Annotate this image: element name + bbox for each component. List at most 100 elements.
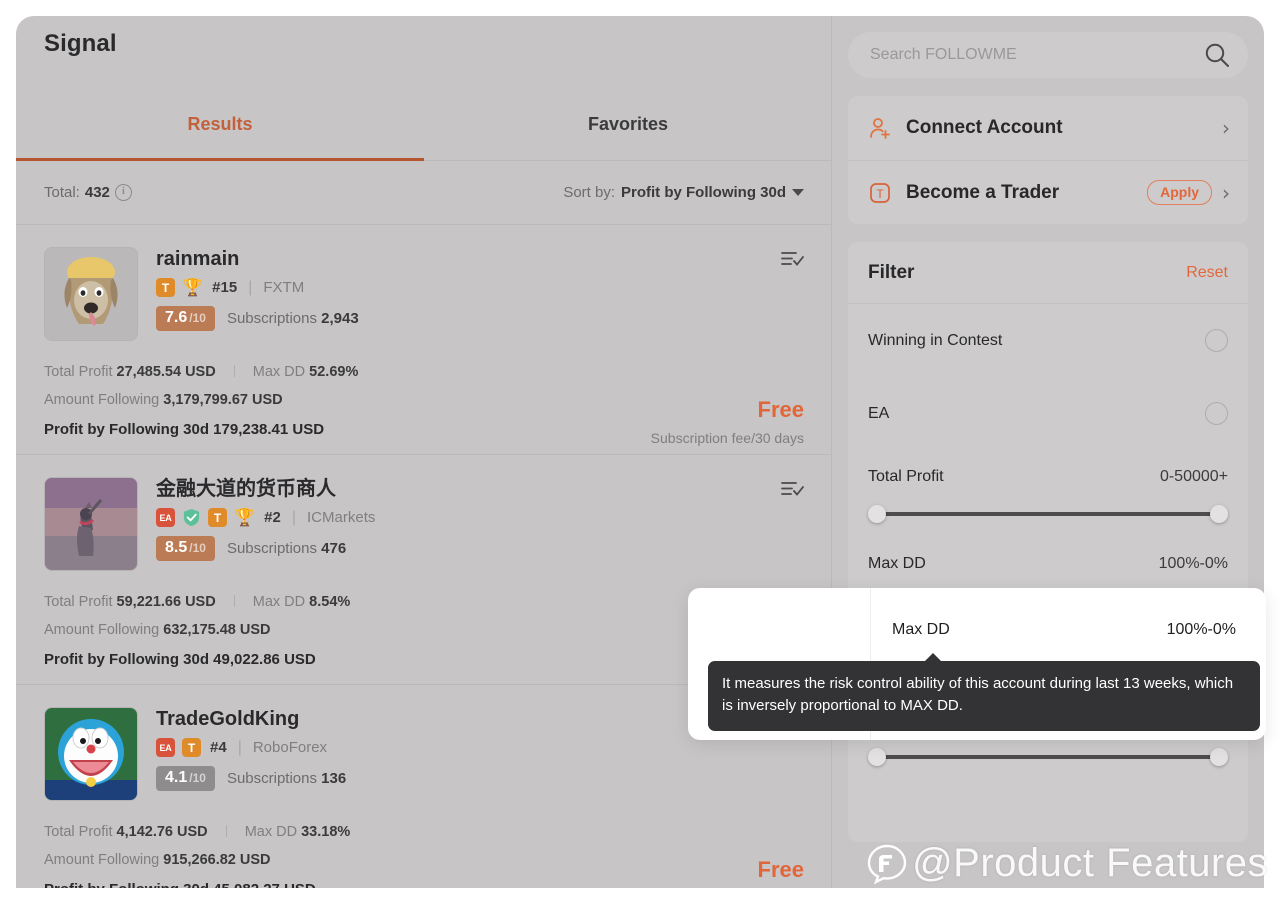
signal-list-item[interactable]: rainmain T 🏆 #15 | FXTM 7.6/10 Subscript… — [16, 225, 832, 455]
subscriptions-value: 2,943 — [321, 310, 359, 327]
tab-bar: Results Favorites — [16, 104, 832, 161]
total-profit-value: 59,221.66 USD — [116, 594, 216, 610]
slider-knob-right[interactable] — [1210, 748, 1228, 766]
tooltip-text: It measures the risk control ability of … — [722, 675, 1234, 714]
filter-row-winning-in-contest[interactable]: Winning in Contest — [868, 304, 1228, 377]
score-value: 7.6 — [165, 309, 188, 326]
sort-by-value: Profit by Following 30d — [621, 183, 786, 201]
slider-knob-left[interactable] — [868, 748, 886, 766]
slider-track — [878, 755, 1218, 759]
chevron-right-icon: › — [1222, 116, 1230, 140]
score-line: 8.5/10 Subscriptions 476 — [156, 536, 804, 561]
slider-equity[interactable] — [868, 748, 1228, 766]
score-denominator: /10 — [189, 771, 206, 785]
chevron-down-icon — [792, 188, 804, 196]
badge-group: T 🏆 #15 | FXTM — [156, 278, 804, 297]
max-dd-label: Max DD — [252, 594, 306, 610]
rank-label: #15 — [212, 279, 238, 296]
fee-amount: Free — [757, 856, 804, 882]
score-value: 8.5 — [165, 539, 188, 556]
toggle-winning-in-contest[interactable] — [1205, 329, 1228, 352]
profit-following-value: 45,082.27 USD — [213, 881, 316, 888]
score-denominator: /10 — [189, 541, 206, 555]
app-card: Signal Results Favorites Total: 432 i So — [16, 16, 1264, 888]
tab-results[interactable]: Results — [16, 104, 424, 161]
checklist-icon[interactable] — [780, 249, 804, 269]
filter-label-ea: EA — [868, 404, 890, 422]
connect-account-row[interactable]: Connect Account › — [848, 96, 1248, 160]
highlighted-max-dd-row[interactable]: Max DD 100%-0% — [892, 621, 1236, 639]
avatar — [44, 477, 138, 571]
stat-divider — [225, 825, 227, 837]
subscriptions-value: 476 — [321, 540, 347, 557]
stat-divider — [233, 595, 235, 607]
max-dd-label: Max DD — [252, 364, 306, 380]
signal-info: 金融大道的货币商人 EA T 🏆 #2 | ICMarkets 8.5 /10 … — [156, 477, 804, 571]
signal-list: rainmain T 🏆 #15 | FXTM 7.6/10 Subscript… — [16, 225, 832, 888]
amount-following-value: 915,266.82 USD — [163, 852, 271, 869]
chevron-right-icon: › — [1222, 180, 1230, 205]
avatar — [44, 707, 138, 801]
total-profit-label: Total Profit — [44, 594, 113, 610]
subscriptions-label: Subscriptions — [226, 770, 317, 787]
filter-label-winning-in-contest: Winning in Contest — [868, 331, 1003, 349]
amount-following-value: 3,179,799.67 USD — [163, 392, 283, 409]
subscriptions: Subscriptions 476 — [227, 540, 346, 557]
trader-t-icon: T — [868, 181, 892, 205]
fee-block: Free Subscription fee/30 days — [651, 856, 804, 888]
tab-results-label: Results — [187, 114, 253, 134]
badge-separator: | — [291, 508, 297, 526]
score-line: 4.1/10 Subscriptions 136 — [156, 766, 804, 791]
trader-name[interactable]: rainmain — [156, 247, 804, 271]
search-input[interactable]: Search FOLLOWME — [870, 46, 1017, 64]
info-icon[interactable]: i — [114, 183, 132, 201]
checklist-icon[interactable] — [780, 479, 804, 499]
tooltip: It measures the risk control ability of … — [708, 653, 1260, 731]
become-trader-row[interactable]: T Become a Trader Apply › — [848, 160, 1248, 224]
sort-by-control[interactable]: Sort by: Profit by Following 30d — [563, 184, 804, 201]
trader-name[interactable]: 金融大道的货币商人 — [156, 477, 804, 501]
trophy-badge-icon: 🏆 — [234, 508, 256, 527]
filter-reset-button[interactable]: Reset — [1186, 264, 1228, 282]
score-badge: 7.6/10 — [156, 306, 215, 331]
filter-title: Filter — [868, 261, 915, 283]
slider-knob-left[interactable] — [868, 505, 886, 523]
score-value: 4.1 — [165, 769, 188, 786]
stat-total-profit-line: Total Profit 27,485.54 USD Max DD 52.69% — [44, 358, 804, 386]
stats-block: Total Profit 4,142.76 USD Max DD 33.18% … — [44, 818, 804, 888]
search-icon[interactable] — [1204, 42, 1230, 68]
verified-shield-badge-icon — [182, 508, 201, 527]
total-profit-label: Total Profit — [44, 364, 113, 380]
filter-panel: Filter Reset Winning in Contest EA Total… — [848, 242, 1248, 842]
profit-following-label: Profit by Following 30d — [44, 420, 209, 438]
trader-badge-icon: T — [182, 738, 201, 757]
rank-label: #2 — [264, 509, 281, 526]
ea-badge-icon: EA — [156, 508, 175, 527]
subscriptions: Subscriptions 136 — [227, 770, 346, 787]
search-bar[interactable]: Search FOLLOWME — [848, 32, 1248, 78]
trader-badge-icon: T — [156, 278, 175, 297]
trader-badge-icon: T — [208, 508, 227, 527]
screen-root: Signal Results Favorites Total: 432 i So — [0, 0, 1280, 904]
max-dd-value: 33.18% — [301, 824, 351, 840]
fee-amount: Free — [757, 396, 804, 422]
rank-label: #4 — [210, 739, 227, 756]
subscriptions-value: 136 — [321, 770, 347, 787]
filter-row-ea[interactable]: EA — [868, 377, 1228, 450]
toggle-ea[interactable] — [1205, 402, 1228, 425]
amount-following-value: 632,175.48 USD — [163, 622, 271, 639]
total-label: Total: — [44, 183, 80, 201]
filter-range-total-profit: 0-50000+ — [1159, 468, 1228, 485]
slider-total-profit[interactable] — [868, 505, 1228, 523]
score-line: 7.6/10 Subscriptions 2,943 — [156, 306, 804, 331]
score-denominator: /10 — [189, 311, 206, 325]
ea-badge-icon: EA — [156, 738, 175, 757]
slider-knob-right[interactable] — [1210, 505, 1228, 523]
fee-label: Subscription fee/30 days — [650, 429, 804, 446]
total-count: Total: 432 i — [44, 183, 132, 201]
tab-favorites[interactable]: Favorites — [424, 104, 832, 160]
score-badge: 4.1/10 — [156, 766, 215, 791]
apply-button[interactable]: Apply — [1147, 180, 1212, 205]
signal-info: rainmain T 🏆 #15 | FXTM 7.6/10 Subscript… — [156, 247, 804, 341]
tab-favorites-label: Favorites — [587, 114, 669, 134]
